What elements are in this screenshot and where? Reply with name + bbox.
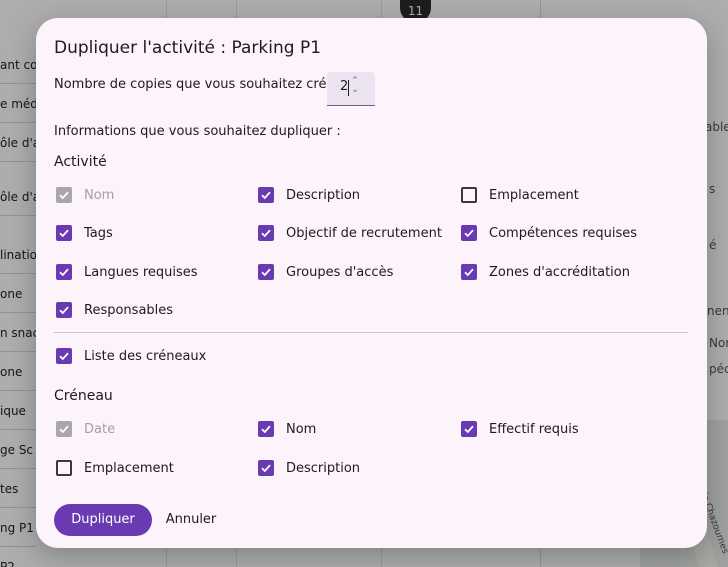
checkbox-checked-icon xyxy=(258,264,274,280)
option-label: Groupes d'accès xyxy=(286,264,394,280)
option-activity-name[interactable]: Nom xyxy=(56,187,114,203)
option-slots-list[interactable]: Liste des créneaux xyxy=(56,348,206,364)
duplicate-button[interactable]: Dupliquer xyxy=(54,504,152,536)
copies-label: Nombre de copies que vous souhaitez crée… xyxy=(54,77,349,92)
checkbox-checked-disabled-icon xyxy=(56,421,72,437)
option-slot-description[interactable]: Description xyxy=(258,460,360,476)
option-label: Nom xyxy=(84,187,115,203)
option-activity-tags[interactable]: Tags xyxy=(56,225,113,241)
option-activity-accreditation-zones[interactable]: Zones d'accréditation xyxy=(461,264,630,280)
slot-section-title: Créneau xyxy=(54,388,113,404)
checkbox-checked-icon xyxy=(258,225,274,241)
option-slot-name[interactable]: Nom xyxy=(258,421,316,437)
info-label: Informations que vous souhaitez duplique… xyxy=(54,124,341,139)
checkbox-checked-icon xyxy=(56,348,72,364)
option-label: Emplacement xyxy=(84,460,174,476)
option-slot-required-headcount[interactable]: Effectif requis xyxy=(461,421,579,437)
option-activity-languages[interactable]: Langues requises xyxy=(56,264,198,280)
checkbox-checked-icon xyxy=(56,225,72,241)
option-label: Responsables xyxy=(84,302,174,318)
option-label: Langues requises xyxy=(84,264,198,280)
checkbox-checked-icon xyxy=(258,421,274,437)
section-divider xyxy=(54,332,688,333)
cancel-button[interactable]: Annuler xyxy=(160,504,222,536)
option-label: Tags xyxy=(84,225,113,241)
checkbox-checked-icon xyxy=(56,302,72,318)
spinner-icon[interactable]: ⌃ ⌄ xyxy=(350,77,360,95)
option-label: Description xyxy=(286,187,361,203)
option-label: Objectif de recrutement xyxy=(286,225,442,241)
option-label: Liste des créneaux xyxy=(84,348,207,364)
option-activity-required-skills[interactable]: Compétences requises xyxy=(461,225,637,241)
option-activity-access-groups[interactable]: Groupes d'accès xyxy=(258,264,393,280)
checkbox-unchecked-icon xyxy=(461,187,477,203)
option-activity-location[interactable]: Emplacement xyxy=(461,187,579,203)
option-label: Nom xyxy=(286,421,317,437)
text-caret xyxy=(348,80,349,96)
checkbox-checked-icon xyxy=(258,460,274,476)
dialog-title: Dupliquer l'activité : Parking P1 xyxy=(54,38,322,58)
option-slot-location[interactable]: Emplacement xyxy=(56,460,174,476)
option-label: Date xyxy=(84,421,116,437)
option-label: Compétences requises xyxy=(489,225,638,241)
checkbox-checked-icon xyxy=(258,187,274,203)
checkbox-checked-icon xyxy=(461,421,477,437)
option-label: Emplacement xyxy=(489,187,579,203)
option-label: Effectif requis xyxy=(489,421,579,437)
activity-section-title: Activité xyxy=(54,154,107,170)
option-activity-description[interactable]: Description xyxy=(258,187,360,203)
option-activity-recruitment-goal[interactable]: Objectif de recrutement xyxy=(258,225,442,241)
option-label: Zones d'accréditation xyxy=(489,264,630,280)
checkbox-checked-icon xyxy=(461,225,477,241)
option-activity-managers[interactable]: Responsables xyxy=(56,302,173,318)
checkbox-unchecked-icon xyxy=(56,460,72,476)
option-label: Description xyxy=(286,460,361,476)
copies-number-input[interactable]: 2 ⌃ ⌄ xyxy=(327,72,375,106)
checkbox-checked-icon xyxy=(56,264,72,280)
option-slot-date[interactable]: Date xyxy=(56,421,115,437)
checkbox-checked-disabled-icon xyxy=(56,187,72,203)
checkbox-checked-icon xyxy=(461,264,477,280)
duplicate-activity-dialog: Dupliquer l'activité : Parking P1 Nombre… xyxy=(36,18,707,548)
